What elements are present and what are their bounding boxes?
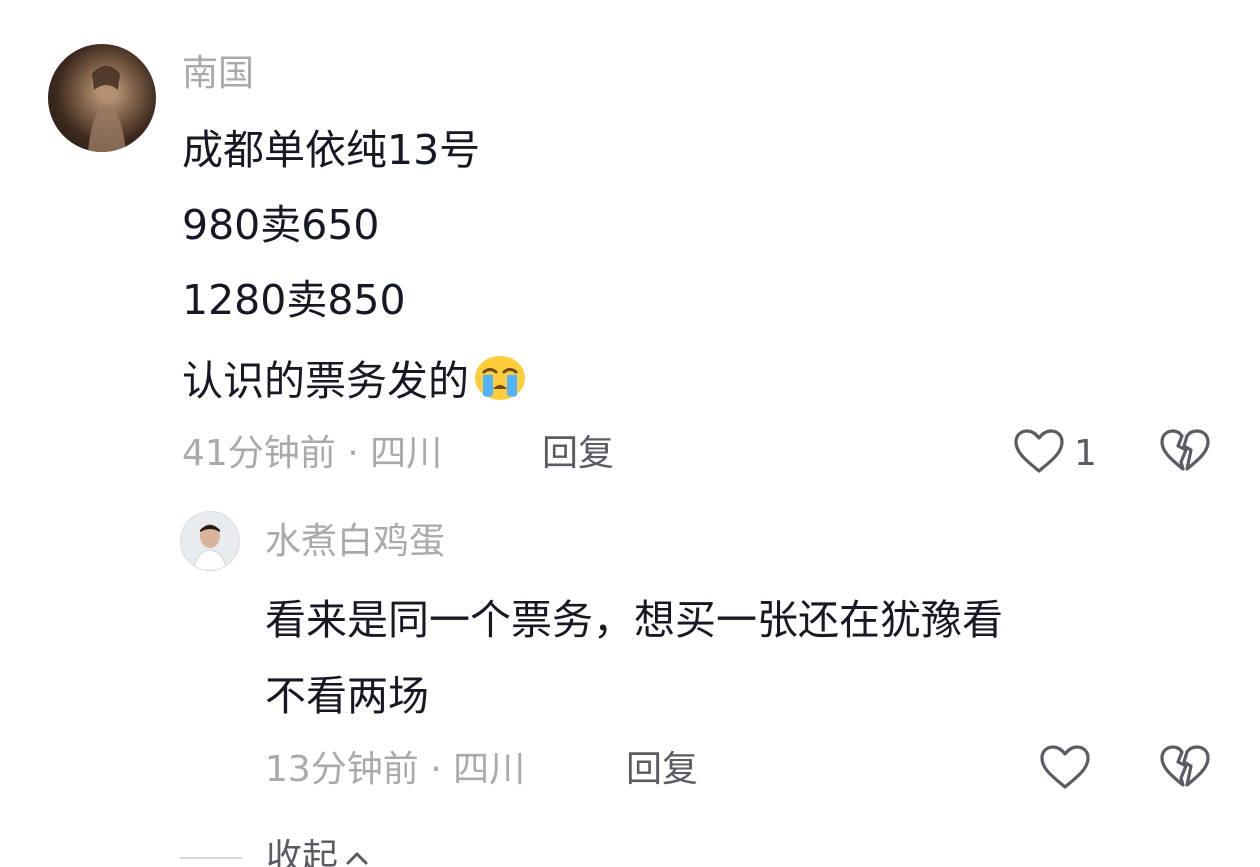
comment-text-line-with-emoji: 认识的票务发的 xyxy=(182,355,527,408)
reply-button[interactable]: 回复 xyxy=(542,436,614,472)
reply-username[interactable]: 水煮白鸡蛋 xyxy=(265,524,445,560)
reply-time: 13分钟前 xyxy=(265,749,419,790)
reply-reply-button[interactable]: 回复 xyxy=(626,752,698,788)
reply-meta: 13分钟前 · 四川 xyxy=(265,752,525,788)
comment-username[interactable]: 南国 xyxy=(182,56,254,92)
comment-text-line: 1280卖850 xyxy=(182,276,406,324)
reply-location: 四川 xyxy=(453,749,526,790)
reply-text-line: 看来是同一个票务，想买一张还在犹豫看 xyxy=(265,596,1003,644)
like-button[interactable] xyxy=(1013,428,1065,478)
comment-meta: 41分钟前 · 四川 xyxy=(182,436,442,472)
reply-dislike-button[interactable] xyxy=(1159,744,1211,794)
broken-heart-icon xyxy=(1160,745,1210,787)
comment-time: 41分钟前 xyxy=(182,433,336,474)
avatar[interactable] xyxy=(48,44,156,152)
comment-thread: 南国 成都单依纯13号 980卖650 1280卖850 认识的票务发的 41分… xyxy=(0,0,1260,867)
reply-like-button[interactable] xyxy=(1039,744,1091,794)
comment-location: 四川 xyxy=(370,433,443,474)
comment-text-line: 成都单依纯13号 xyxy=(182,126,481,174)
reply-text-line: 不看两场 xyxy=(265,672,429,720)
avatar-photo xyxy=(88,66,126,152)
collapse-replies-button[interactable]: 收起 xyxy=(180,838,370,867)
meta-separator: · xyxy=(335,433,371,474)
meta-separator: · xyxy=(418,749,454,790)
comment-text: 认识的票务发的 xyxy=(182,357,469,405)
divider xyxy=(180,857,242,859)
collapse-label: 收起 xyxy=(266,837,339,867)
broken-heart-icon xyxy=(1160,429,1210,471)
dislike-button[interactable] xyxy=(1159,428,1211,478)
loudly-crying-face-icon xyxy=(473,355,527,408)
reply-avatar[interactable] xyxy=(180,511,240,571)
heart-icon xyxy=(1040,745,1090,789)
comment-text-line: 980卖650 xyxy=(182,201,380,249)
like-count: 1 xyxy=(1074,433,1097,474)
chevron-up-icon xyxy=(346,852,368,865)
reply-avatar-photo xyxy=(193,524,227,570)
heart-icon xyxy=(1014,429,1064,473)
